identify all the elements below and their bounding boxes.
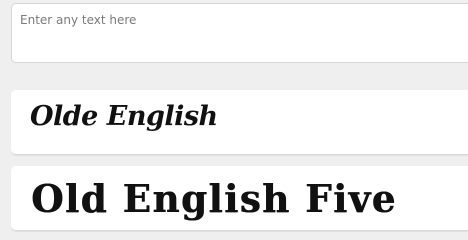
text-input[interactable] (11, 3, 468, 63)
font-preview-card-olde-english[interactable]: Olde English (11, 90, 468, 155)
font-preview-card-old-english-five[interactable]: Old English Five (11, 166, 468, 231)
font-preview-text: Olde English (30, 101, 218, 132)
font-preview-text: Old English Five (31, 176, 397, 221)
